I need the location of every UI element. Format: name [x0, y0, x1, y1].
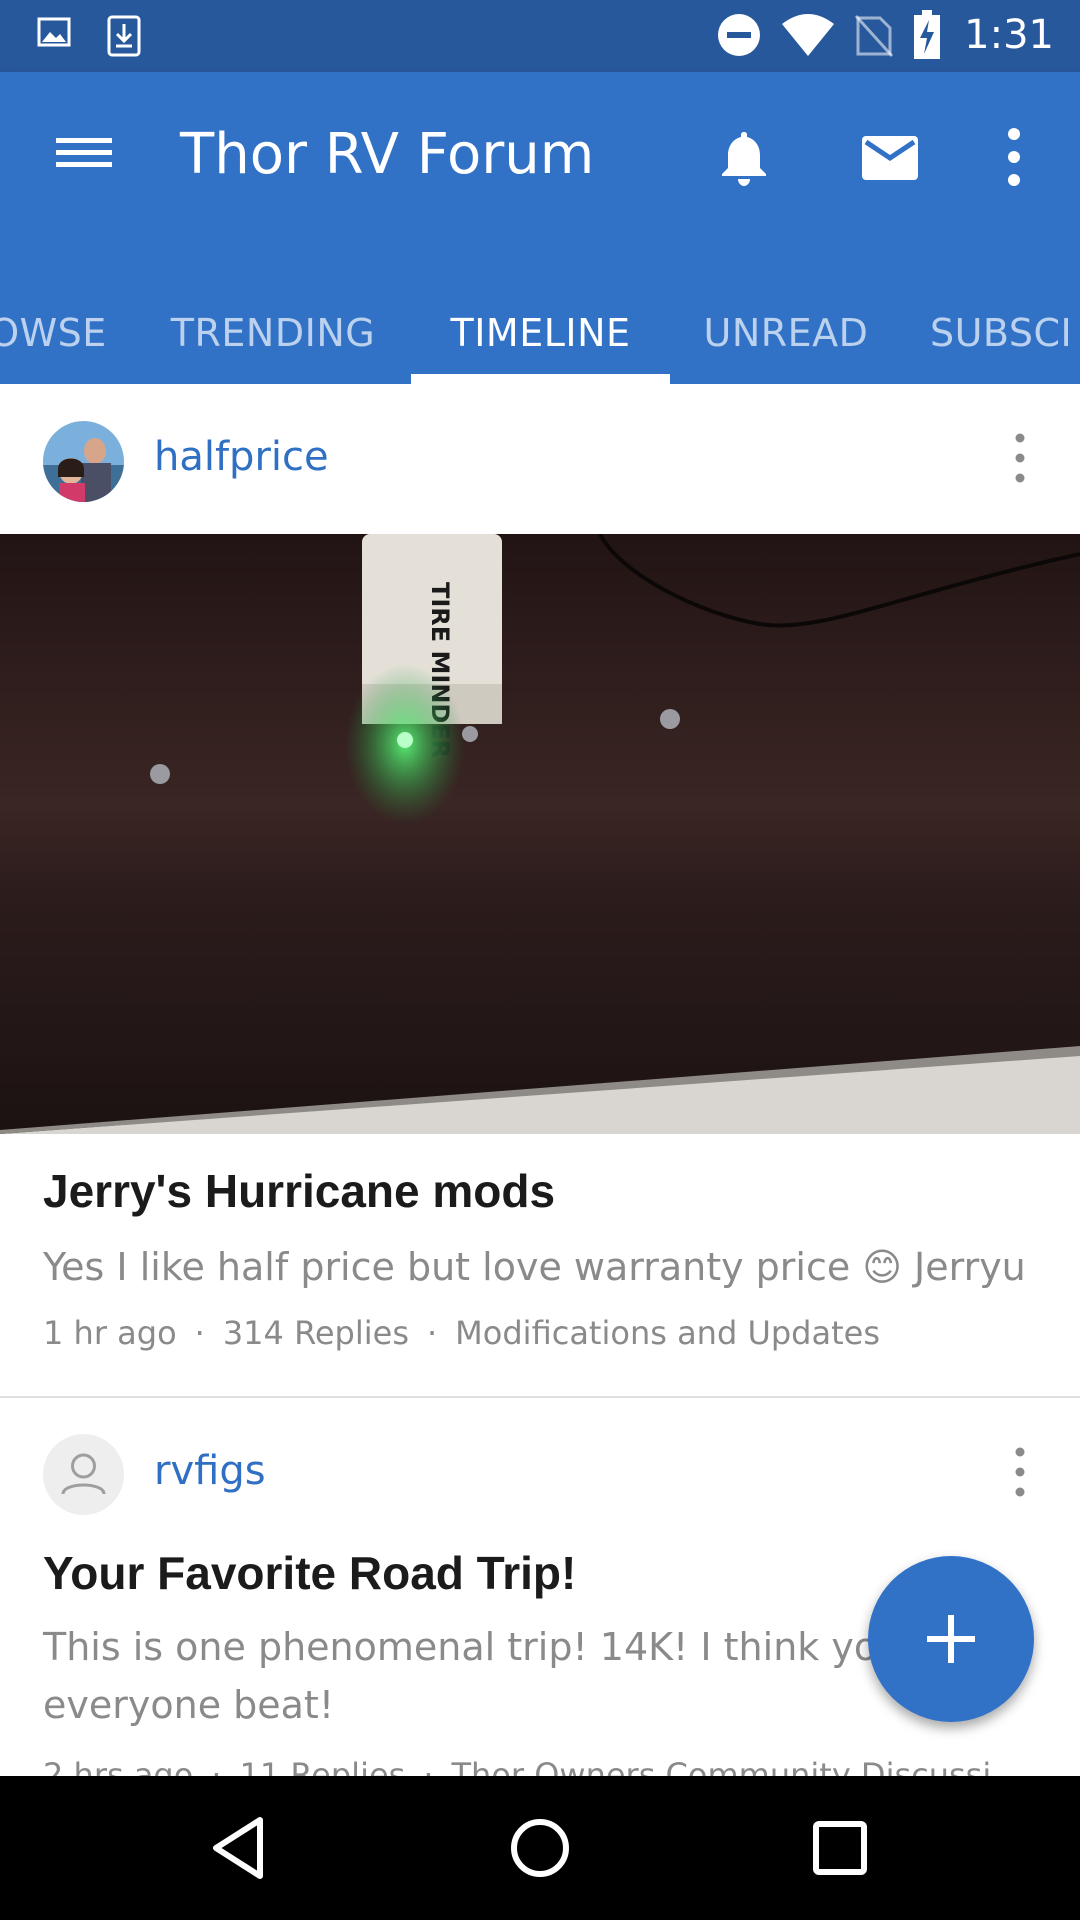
more-vert-icon [1008, 128, 1020, 186]
home-button[interactable] [498, 1806, 582, 1890]
wifi-icon [782, 14, 835, 56]
recents-button[interactable] [798, 1806, 882, 1890]
tab-subscribed[interactable]: SUBSCI [930, 282, 1080, 384]
system-icons: 1:31 [716, 10, 1054, 60]
system-nav-bar [0, 1776, 1080, 1920]
active-tab-indicator [411, 374, 670, 384]
post-excerpt-line: This is one phenomenal trip! 14K! I thin… [43, 1625, 902, 1669]
status-time: 1:31 [964, 12, 1054, 58]
notifications-button[interactable] [712, 126, 776, 190]
plus-icon [927, 1615, 975, 1663]
toolbar: Thor RV Forum [0, 72, 1080, 240]
mail-icon [862, 136, 918, 180]
post-author[interactable]: halfprice [154, 434, 329, 480]
battery-charging-icon [914, 10, 941, 59]
meta-separator: · [194, 1314, 205, 1352]
menu-button[interactable] [44, 122, 124, 182]
status-bar: 1:31 [0, 0, 1080, 72]
post-header[interactable]: halfprice [0, 384, 1080, 534]
post-options-button[interactable] [1008, 428, 1032, 488]
post-excerpt[interactable]: Yes I like half price but love warranty … [43, 1238, 1026, 1296]
do-not-disturb-icon [718, 14, 761, 56]
image-icon [37, 17, 71, 47]
download-icon [107, 15, 141, 57]
post-title[interactable]: Your Favorite Road Trip! [43, 1546, 576, 1600]
no-sim-icon [855, 14, 894, 58]
post-options-button[interactable] [1008, 1442, 1032, 1502]
post-header[interactable]: rvfigs [0, 1398, 1080, 1548]
meta-separator: · [427, 1314, 438, 1352]
tab-trending[interactable]: TRENDING [150, 282, 396, 384]
tab-strip: OWSE TRENDING TIMELINE UNREAD SUBSCI [0, 282, 1080, 384]
post-replies: 314 Replies [222, 1314, 409, 1352]
post-title[interactable]: Jerry's Hurricane mods [43, 1164, 555, 1218]
overflow-menu-button[interactable] [996, 122, 1032, 192]
more-vert-icon [1015, 433, 1025, 483]
post-excerpt[interactable]: This is one phenomenal trip! 14K! I thin… [43, 1618, 901, 1734]
post-excerpt-line: everyone beat! [43, 1683, 335, 1727]
back-icon [213, 1817, 263, 1879]
post-time: 1 hr ago [43, 1314, 177, 1352]
app-title: Thor RV Forum [180, 122, 595, 187]
post-author[interactable]: rvfigs [154, 1448, 266, 1494]
post-image[interactable]: TIRE MINDER [0, 534, 1080, 1134]
tire-minder-photo: TIRE MINDER [0, 534, 1080, 1134]
home-icon [511, 1819, 569, 1877]
post-meta: 1 hr ago · 314 Replies · Modifications and U… [43, 1314, 880, 1352]
app-bar: Thor RV Forum OWSE TRENDING TIMELINE UNR… [0, 72, 1080, 384]
default-user-icon [61, 1453, 106, 1495]
new-topic-button[interactable] [868, 1556, 1034, 1722]
avatar[interactable] [43, 1434, 124, 1515]
tab-unread[interactable]: UNREAD [690, 282, 882, 384]
recents-icon [813, 1821, 867, 1875]
more-vert-icon [1015, 1447, 1025, 1497]
user-photo [43, 421, 124, 502]
notification-icons [36, 14, 142, 58]
avatar[interactable] [43, 421, 124, 502]
back-button[interactable] [198, 1806, 282, 1890]
bell-icon [722, 132, 766, 186]
messages-button[interactable] [858, 126, 922, 190]
hamburger-icon [56, 138, 112, 167]
post-category[interactable]: Modifications and Updates [455, 1314, 880, 1352]
tab-timeline[interactable]: TIMELINE [411, 282, 670, 384]
tab-browse[interactable]: OWSE [0, 282, 106, 384]
